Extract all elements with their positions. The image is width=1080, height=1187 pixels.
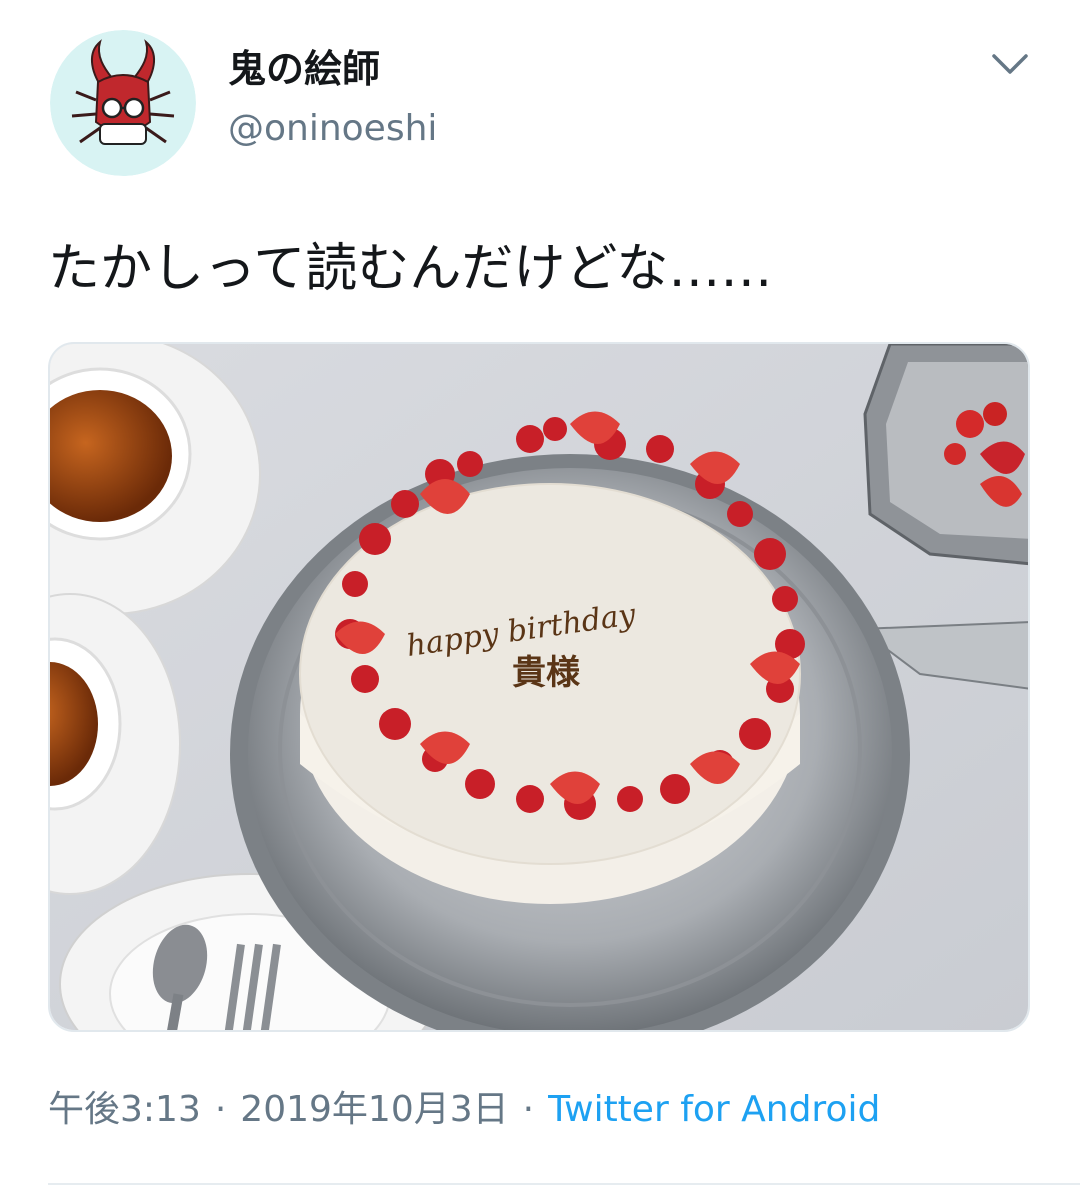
meta-separator-1: · <box>214 1089 227 1130</box>
tweet-meta: 午後3:13 · 2019年10月3日 · Twitter for Android <box>48 1085 880 1135</box>
chevron-down-icon <box>992 54 1028 74</box>
author-handle[interactable]: @oninoeshi <box>228 104 437 154</box>
stag-beetle-avatar-icon <box>50 30 196 176</box>
tweet-time[interactable]: 午後3:13 <box>48 1089 201 1130</box>
divider <box>48 1183 1080 1185</box>
tweet-menu-button[interactable] <box>984 44 1036 84</box>
tweet-date[interactable]: 2019年10月3日 <box>240 1089 508 1130</box>
author-display-name[interactable]: 鬼の絵師 <box>228 44 380 94</box>
cake-photo-image: happy birthday 貴様 <box>50 344 1028 1030</box>
meta-separator-2: · <box>522 1089 535 1130</box>
avatar[interactable] <box>50 30 196 176</box>
tweet-source-link[interactable]: Twitter for Android <box>548 1089 880 1130</box>
cake-line-2: 貴様 <box>512 653 581 693</box>
tweet-text: たかしって読むんだけどな…… <box>48 239 773 299</box>
tweet-media-photo[interactable]: happy birthday 貴様 <box>48 342 1030 1032</box>
